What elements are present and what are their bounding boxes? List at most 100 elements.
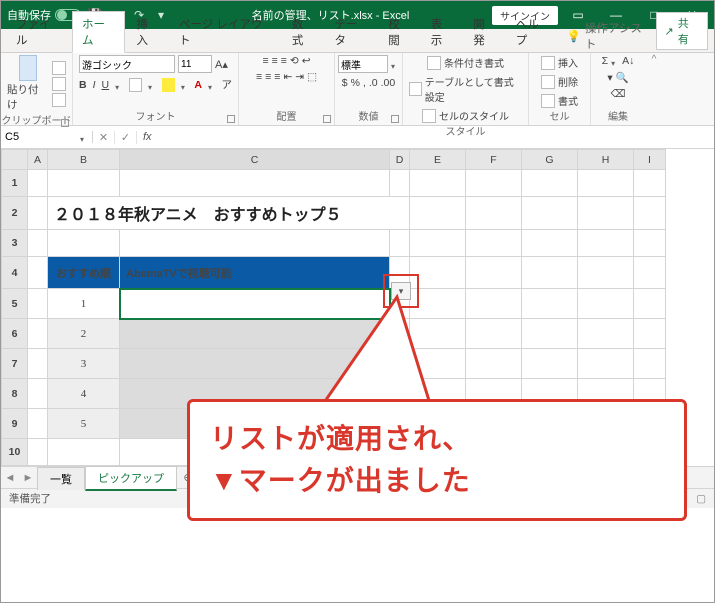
- rank-cell[interactable]: 3: [48, 349, 120, 379]
- align-middle-icon[interactable]: ≡: [272, 55, 278, 67]
- copy-icon[interactable]: [52, 77, 66, 91]
- conditional-format-button[interactable]: 条件付き書式: [427, 55, 504, 70]
- col-header[interactable]: B: [48, 150, 120, 170]
- phonetic-button[interactable]: ア: [222, 77, 233, 92]
- number-dialog-launcher[interactable]: [391, 115, 399, 123]
- delete-cells-button[interactable]: 削除: [541, 74, 578, 89]
- italic-button[interactable]: I: [93, 79, 96, 91]
- row-header[interactable]: 10: [2, 439, 28, 466]
- border-button[interactable]: [129, 78, 142, 92]
- share-icon: ↗: [665, 25, 674, 38]
- col-header[interactable]: E: [410, 150, 466, 170]
- format-painter-icon[interactable]: [52, 93, 66, 107]
- row-header[interactable]: 5: [2, 289, 28, 319]
- accounting-icon[interactable]: $: [342, 77, 348, 89]
- percent-icon[interactable]: %: [351, 77, 360, 89]
- cancel-formula-icon[interactable]: ✕: [93, 131, 115, 144]
- row-header[interactable]: 8: [2, 379, 28, 409]
- cell-styles-button[interactable]: セルのスタイル: [422, 108, 509, 123]
- bold-button[interactable]: B: [79, 79, 87, 91]
- alignment-dialog-launcher[interactable]: [323, 115, 331, 123]
- row-header[interactable]: 2: [2, 197, 28, 230]
- annotation-callout: リストが適用され、 ▼マークが出ました: [187, 399, 687, 521]
- row-header[interactable]: 3: [2, 230, 28, 257]
- col-header[interactable]: H: [578, 150, 634, 170]
- paste-button[interactable]: 貼り付け: [7, 55, 48, 112]
- fill-color-button[interactable]: [162, 78, 175, 92]
- rank-cell[interactable]: 5: [48, 409, 120, 439]
- col-header[interactable]: D: [390, 150, 410, 170]
- row-header[interactable]: 7: [2, 349, 28, 379]
- font-size-combo[interactable]: [178, 55, 212, 73]
- find-select-icon[interactable]: 🔍: [616, 71, 629, 84]
- tab-home[interactable]: ホーム: [72, 11, 125, 53]
- formula-bar-row: C5 ✕ ✓ fx: [1, 126, 714, 149]
- orientation-icon[interactable]: ⟲: [290, 55, 299, 67]
- tab-insert[interactable]: 挿入: [127, 12, 168, 52]
- paste-icon: [19, 55, 37, 81]
- autosum-icon[interactable]: Σ: [602, 55, 609, 67]
- row-header[interactable]: 4: [2, 257, 28, 289]
- tell-me-label[interactable]: 操作アシスト: [585, 20, 652, 52]
- col-header[interactable]: C: [120, 150, 390, 170]
- share-button[interactable]: ↗ 共有: [656, 12, 708, 50]
- cut-icon[interactable]: [52, 61, 66, 75]
- macro-record-icon[interactable]: ▢: [696, 493, 706, 505]
- name-box[interactable]: C5: [1, 131, 93, 143]
- format-as-table-button[interactable]: テーブルとして書式設定: [409, 74, 522, 104]
- sheet-nav-next[interactable]: ►: [19, 472, 37, 484]
- fill-icon[interactable]: ▾: [607, 72, 612, 84]
- col-header[interactable]: A: [28, 150, 48, 170]
- rank-cell[interactable]: 1: [48, 289, 120, 319]
- col-header[interactable]: I: [634, 150, 666, 170]
- merge-center-icon[interactable]: ⬚: [307, 71, 317, 83]
- font-dialog-launcher[interactable]: [227, 115, 235, 123]
- col-header[interactable]: G: [522, 150, 578, 170]
- clear-icon[interactable]: ⌫: [611, 88, 626, 100]
- tab-developer[interactable]: 開発: [464, 12, 505, 52]
- select-all-corner[interactable]: [2, 150, 28, 170]
- fx-icon[interactable]: fx: [137, 131, 158, 143]
- format-cells-button[interactable]: 書式: [541, 93, 578, 108]
- align-top-icon[interactable]: ≡: [262, 55, 268, 67]
- column-headers: A B C D E F G H I: [2, 150, 666, 170]
- align-center-icon[interactable]: ≡: [265, 71, 271, 83]
- tab-formulas[interactable]: 数式: [283, 12, 324, 52]
- tab-view[interactable]: 表示: [422, 12, 463, 52]
- dec-decimal-icon[interactable]: .00: [381, 77, 396, 89]
- sheet-nav-prev[interactable]: ◄: [1, 472, 19, 484]
- row-header[interactable]: 9: [2, 409, 28, 439]
- tab-review[interactable]: 校閲: [379, 12, 420, 52]
- col-header[interactable]: F: [466, 150, 522, 170]
- font-name-combo[interactable]: [79, 55, 175, 73]
- align-right-icon[interactable]: ≡: [274, 71, 280, 83]
- inc-decimal-icon[interactable]: .0: [369, 77, 378, 89]
- wrap-text-icon[interactable]: ↩: [302, 55, 311, 67]
- tab-help[interactable]: ヘルプ: [507, 12, 559, 52]
- rank-cell[interactable]: 4: [48, 379, 120, 409]
- ribbon: 貼り付け クリップボード A▴ B I U A: [1, 53, 714, 126]
- row-header[interactable]: 1: [2, 170, 28, 197]
- number-format-combo[interactable]: [338, 55, 388, 73]
- indent-dec-icon[interactable]: ⇤: [283, 71, 292, 83]
- name-box-dropdown-icon: [80, 133, 88, 141]
- sheet-tab[interactable]: 一覧: [37, 467, 85, 490]
- tab-pagelayout[interactable]: ページ レイアウト: [170, 12, 281, 52]
- align-left-icon[interactable]: ≡: [256, 71, 262, 83]
- sheet-tab[interactable]: ピックアップ: [85, 466, 177, 491]
- row-header[interactable]: 6: [2, 319, 28, 349]
- sort-filter-icon[interactable]: A↓: [622, 55, 634, 67]
- font-color-button[interactable]: A: [194, 79, 202, 91]
- delete-cells-icon: [541, 75, 555, 89]
- tab-data[interactable]: データ: [325, 12, 377, 52]
- insert-cells-button[interactable]: 挿入: [541, 55, 578, 70]
- comma-icon[interactable]: ,: [363, 77, 366, 89]
- indent-inc-icon[interactable]: ⇥: [295, 71, 304, 83]
- clipboard-dialog-launcher[interactable]: [61, 119, 69, 127]
- enter-formula-icon[interactable]: ✓: [115, 131, 137, 144]
- increase-font-icon[interactable]: A▴: [215, 58, 228, 71]
- rank-cell[interactable]: 2: [48, 319, 120, 349]
- underline-button[interactable]: U: [102, 79, 110, 91]
- align-bottom-icon[interactable]: ≡: [281, 55, 287, 67]
- collapse-ribbon-button[interactable]: ^: [645, 53, 663, 125]
